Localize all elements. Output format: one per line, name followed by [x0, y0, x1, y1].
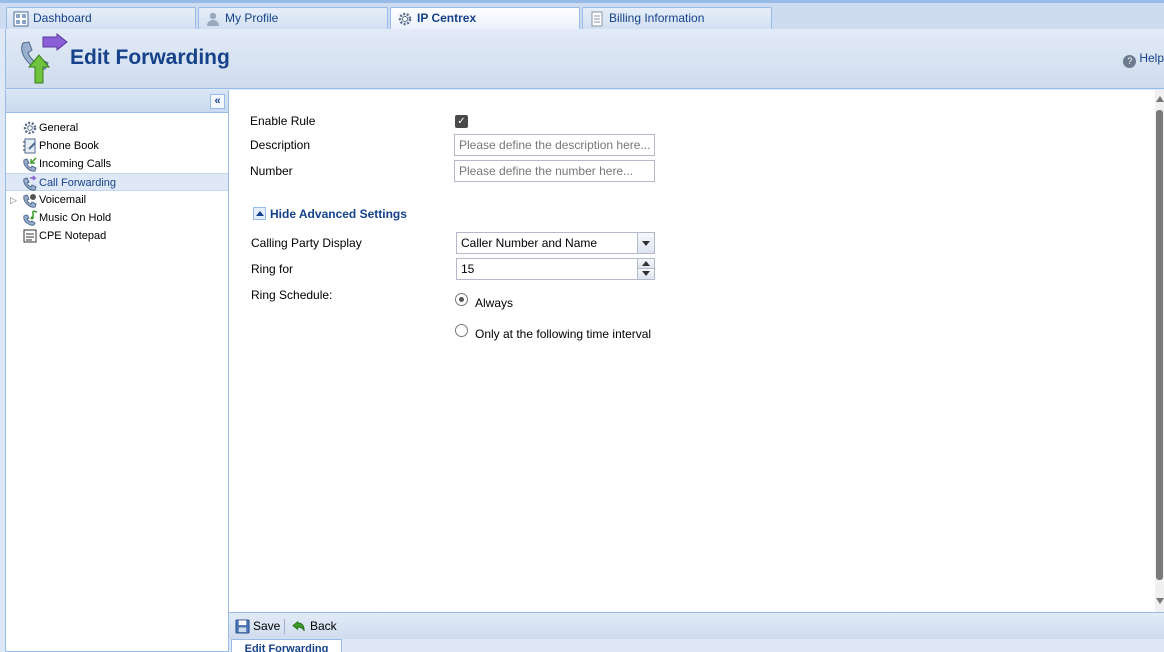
- sidebar-item-cpe-notepad[interactable]: CPE Notepad: [6, 227, 228, 245]
- expand-arrow-icon[interactable]: ▷: [10, 191, 17, 209]
- tab-edit-forwarding[interactable]: Edit Forwarding: [231, 639, 342, 652]
- call-forward-icon: [21, 33, 68, 84]
- page-header: Edit Forwarding ? Help: [5, 29, 1164, 89]
- help-icon: ?: [1123, 55, 1137, 68]
- sidebar-item-phone-book[interactable]: Phone Book: [6, 137, 228, 155]
- sidebar-item-music-on-hold[interactable]: Music On Hold: [6, 209, 228, 227]
- schedule-interval-label: Only at the following time interval: [475, 327, 652, 341]
- bottom-toolbar: Save Back: [229, 612, 1164, 639]
- tab-billing-information[interactable]: Billing Information: [582, 7, 772, 30]
- chevron-down-icon[interactable]: [637, 233, 654, 253]
- tab-label: My Profile: [225, 11, 279, 25]
- gear-icon: [23, 121, 37, 135]
- tab-label: Billing Information: [609, 11, 705, 25]
- calling-party-label: Calling Party Display: [251, 236, 362, 250]
- scroll-down-icon[interactable]: [1156, 598, 1164, 604]
- description-label: Description: [250, 138, 311, 152]
- dashboard-icon: [13, 11, 29, 27]
- tab-label: IP Centrex: [417, 11, 477, 25]
- phonebook-icon: [23, 138, 36, 154]
- sidebar-item-label: Voicemail: [39, 194, 87, 206]
- schedule-interval-radio[interactable]: [455, 324, 468, 337]
- advanced-toggle-label: Hide Advanced Settings: [270, 207, 407, 221]
- schedule-always-radio[interactable]: [455, 293, 468, 306]
- collapse-up-icon: [253, 207, 266, 220]
- edit-forwarding-form: Enable Rule ✓ Description Number Hide Ad…: [229, 90, 1155, 612]
- sidebar-item-call-forwarding[interactable]: Call Forwarding: [6, 173, 228, 191]
- call-forward-icon: [23, 175, 37, 191]
- scrollbar-thumb[interactable]: [1156, 110, 1163, 580]
- sidebar-header: «: [6, 90, 228, 113]
- vertical-scrollbar[interactable]: [1155, 90, 1164, 612]
- user-icon: [207, 12, 219, 26]
- music-icon: [23, 210, 38, 226]
- sidebar-item-voicemail[interactable]: ▷ Voicemail: [6, 191, 228, 209]
- enable-rule-label: Enable Rule: [250, 114, 316, 128]
- schedule-always-label: Always: [475, 296, 514, 310]
- help-link[interactable]: ? Help: [1123, 51, 1164, 68]
- ring-schedule-label: Ring Schedule:: [251, 288, 333, 302]
- scroll-up-icon[interactable]: [1156, 96, 1164, 102]
- tab-my-profile[interactable]: My Profile: [198, 7, 388, 30]
- sidebar-item-incoming-calls[interactable]: Incoming Calls: [6, 155, 228, 173]
- calling-party-value: Caller Number and Name: [461, 236, 598, 250]
- stepper-down-icon[interactable]: [637, 269, 654, 279]
- description-field[interactable]: [454, 134, 655, 156]
- calling-party-select[interactable]: Caller Number and Name: [456, 232, 655, 254]
- sidebar-item-label: Incoming Calls: [39, 158, 112, 170]
- back-arrow-icon: [292, 620, 305, 631]
- gear-icon: [398, 12, 412, 26]
- notepad-icon: [23, 229, 37, 243]
- tab-ip-centrex[interactable]: IP Centrex: [390, 7, 580, 31]
- ring-for-label: Ring for: [251, 262, 294, 276]
- number-field[interactable]: [454, 160, 655, 182]
- incoming-call-icon: [23, 157, 37, 172]
- number-label: Number: [250, 164, 293, 178]
- sidebar-item-label: General: [39, 122, 79, 134]
- help-label: Help: [1139, 51, 1164, 65]
- sidebar-item-label: CPE Notepad: [39, 230, 107, 242]
- tab-label: Dashboard: [33, 11, 92, 25]
- ring-for-stepper[interactable]: 15: [456, 258, 655, 280]
- sidebar-item-label: Music On Hold: [39, 212, 112, 224]
- hide-advanced-settings-toggle[interactable]: Hide Advanced Settings: [253, 207, 407, 221]
- voicemail-icon: [23, 194, 37, 208]
- sidebar: « General Phone Book Incoming Calls Call…: [5, 90, 229, 652]
- sidebar-item-label: Call Forwarding: [39, 177, 117, 189]
- page-title: Edit Forwarding: [70, 46, 230, 69]
- enable-rule-checkbox[interactable]: ✓: [455, 115, 468, 128]
- tab-dashboard[interactable]: Dashboard: [6, 7, 196, 30]
- stepper-up-icon[interactable]: [637, 259, 654, 269]
- back-label: Back: [310, 619, 337, 633]
- save-label: Save: [253, 619, 281, 633]
- save-icon: [235, 619, 250, 634]
- back-button[interactable]: Back: [292, 619, 337, 633]
- sidebar-item-label: Phone Book: [39, 140, 99, 152]
- toolbar-separator: [284, 619, 285, 634]
- ring-for-value: 15: [461, 262, 475, 276]
- document-icon: [591, 11, 603, 27]
- top-tab-bar: Dashboard My Profile IP Centrex Billing …: [0, 0, 1164, 31]
- sidebar-item-general[interactable]: General: [6, 119, 228, 137]
- collapse-sidebar-button[interactable]: «: [210, 94, 225, 109]
- save-button[interactable]: Save: [235, 619, 281, 634]
